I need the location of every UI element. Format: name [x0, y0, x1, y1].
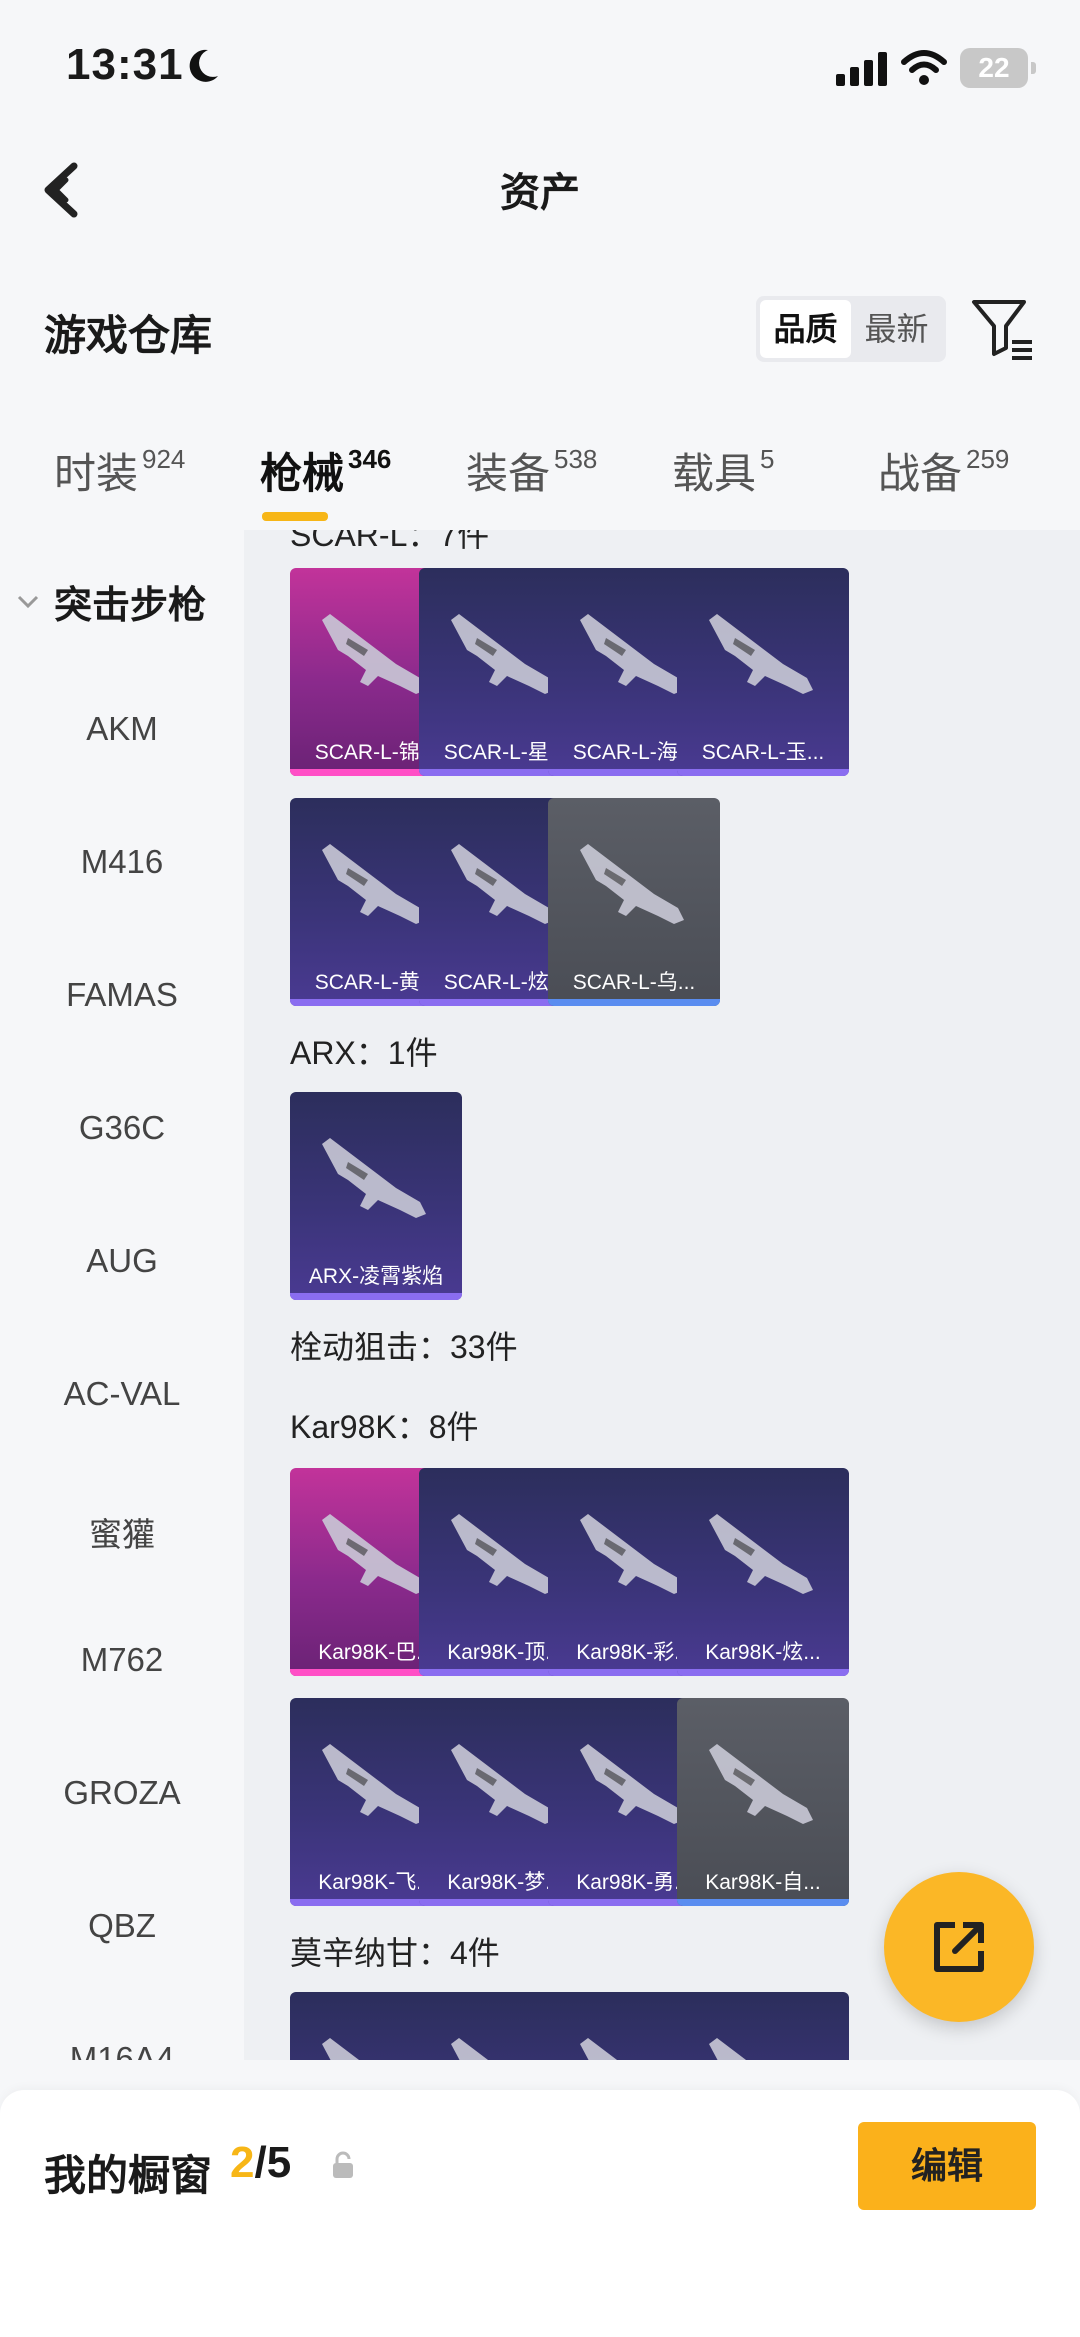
section-label-bolt-action: 栓动狙击：33件 — [290, 1329, 518, 1365]
weapon-skin-image — [580, 844, 684, 924]
weapon-skin-image — [709, 1744, 813, 1824]
wifi-icon — [901, 50, 947, 85]
tab-active-indicator — [262, 512, 328, 521]
lock-icon — [333, 2151, 353, 2178]
warehouse-title: 游戏仓库 — [44, 312, 213, 359]
filter-icon[interactable] — [970, 296, 1036, 362]
showcase-bar: 我的橱窗 2/5 编辑 — [0, 2090, 1080, 2337]
weapon-skin-image — [709, 1514, 813, 1594]
rarity-bar — [548, 999, 720, 1006]
rarity-bar — [290, 1293, 462, 1300]
showcase-current: 2 — [230, 2138, 255, 2187]
sidebar-item-m416[interactable]: M416 — [0, 843, 244, 881]
rarity-bar — [677, 769, 849, 776]
weapon-card-name: SCAR-L-玉... — [701, 741, 825, 764]
asset-page: 13:31 22 资产 游戏仓库 品质 最新 时装 924 枪械 346 装备 … — [0, 0, 1080, 2337]
chevron-down-icon — [17, 595, 39, 608]
sidebar-item-g36c[interactable]: G36C — [0, 1109, 244, 1147]
weapon-type-sidebar: 突击步枪 AKM M416 FAMAS G36C AUG AC-VAL 蜜獾 M… — [0, 530, 244, 2060]
section-label-scar: SCAR-L：7件 — [290, 530, 490, 553]
signal-icon — [836, 52, 887, 86]
tab-supplies[interactable]: 战备 259 — [878, 440, 1009, 501]
sidebar-item-aug[interactable]: AUG — [0, 1242, 244, 1280]
sort-latest-button[interactable]: 最新 — [851, 300, 942, 358]
sort-toggle: 品质 最新 — [756, 296, 946, 362]
share-icon — [934, 1922, 984, 1972]
battery-indicator: 22 — [960, 48, 1036, 88]
rarity-bar — [677, 1899, 849, 1906]
showcase-label: 我的橱窗 — [44, 2152, 213, 2199]
weapon-skin-image — [709, 2038, 747, 2060]
sidebar-item-qbz[interactable]: QBZ — [0, 1907, 244, 1945]
status-bar: 13:31 22 — [0, 0, 1080, 130]
tab-equipment[interactable]: 装备 538 — [466, 440, 597, 501]
weapon-card[interactable]: SCAR-L-乌... — [548, 798, 720, 1006]
section-label-kar98k: Kar98K：8件 — [290, 1409, 479, 1445]
tab-label: 枪械 — [260, 450, 345, 497]
weapon-skin-image — [709, 614, 813, 694]
weapon-card[interactable] — [677, 1992, 849, 2060]
sidebar-item-honey-badger[interactable]: 蜜獾 — [0, 1508, 244, 1556]
tab-outfit[interactable]: 时装 924 — [54, 440, 185, 501]
category-tabs: 时装 924 枪械 346 装备 538 载具 5 战备 259 — [0, 420, 1080, 530]
sidebar-item-acval[interactable]: AC-VAL — [0, 1375, 244, 1413]
weapon-card[interactable]: ARX-凌霄紫焰 — [290, 1092, 462, 1300]
weapon-grid: SCAR-L：7件 5级SCAR-L-锦...SCAR-L-星...SCAR-L… — [244, 530, 1080, 2060]
tab-count: 346 — [348, 444, 392, 474]
sidebar-category-label: 突击步枪 — [54, 585, 207, 627]
tab-count: 259 — [966, 444, 1010, 474]
warehouse-bar: 游戏仓库 品质 最新 — [0, 280, 1080, 380]
status-time: 13:31 — [66, 40, 184, 89]
weapon-card[interactable]: Kar98K-炫... — [677, 1468, 849, 1676]
page-header: 资产 — [0, 130, 1080, 250]
tab-label: 战备 — [878, 450, 963, 497]
showcase-count: 2/5 — [230, 2138, 291, 2188]
weapon-card-name: Kar98K-自... — [705, 1871, 821, 1894]
tab-vehicles[interactable]: 载具 5 — [672, 440, 774, 501]
tab-count: 538 — [554, 444, 598, 474]
weapon-card[interactable]: Kar98K-自... — [677, 1698, 849, 1906]
page-title: 资产 — [500, 171, 580, 215]
showcase-total: /5 — [254, 2138, 292, 2187]
weapon-card-name: ARX-凌霄紫焰 — [308, 1265, 444, 1288]
sort-quality-button[interactable]: 品质 — [760, 300, 851, 358]
weapon-card-name: Kar98K-炫... — [705, 1641, 821, 1664]
weapon-skin-image — [322, 1138, 426, 1218]
share-button[interactable] — [884, 1872, 1034, 2022]
tab-label: 载具 — [672, 450, 757, 497]
sidebar-item-famas[interactable]: FAMAS — [0, 976, 244, 1014]
rarity-bar — [677, 1669, 849, 1676]
tab-count: 924 — [142, 444, 186, 474]
tab-label: 时装 — [54, 450, 139, 497]
sidebar-item-groza[interactable]: GROZA — [0, 1774, 244, 1812]
sidebar-item-akm[interactable]: AKM — [0, 710, 244, 748]
edit-button[interactable]: 编辑 — [858, 2122, 1036, 2210]
moon-icon — [189, 49, 218, 82]
section-label-arx: ARX：1件 — [290, 1035, 438, 1071]
tab-count: 5 — [760, 444, 775, 474]
section-label-mosin: 莫辛纳甘：4件 — [290, 1935, 500, 1971]
sidebar-category-assault-rifle[interactable]: 突击步枪 — [16, 574, 206, 629]
sidebar-item-m762[interactable]: M762 — [0, 1641, 244, 1679]
sidebar-item-m16a4[interactable]: M16A4 — [0, 2040, 244, 2060]
tab-firearms[interactable]: 枪械 346 — [260, 440, 391, 501]
weapon-card[interactable]: SCAR-L-玉... — [677, 568, 849, 776]
tab-label: 装备 — [466, 450, 551, 497]
weapon-card-name: SCAR-L-乌... — [572, 971, 696, 994]
